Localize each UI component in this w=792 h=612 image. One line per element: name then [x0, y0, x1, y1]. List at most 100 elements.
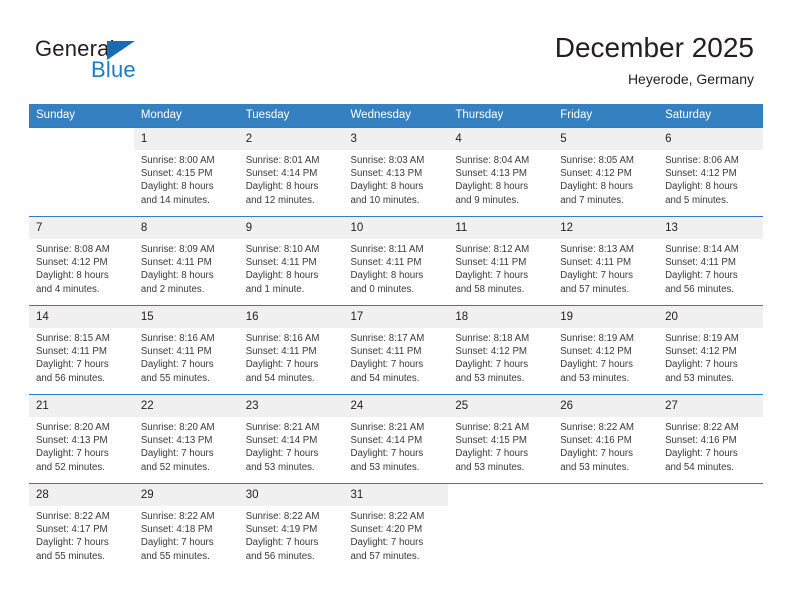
calendar-day-cell[interactable]: 15 Sunrise: 8:16 AM Sunset: 4:11 PM Dayligh… — [133, 305, 239, 395]
daylight-text-line1: Daylight: 8 hours — [455, 181, 529, 193]
calendar-day-cell[interactable]: 16 Sunrise: 8:16 AM Sunset: 4:11 PM Dayligh… — [238, 305, 344, 395]
sunrise-text: Sunrise: 8:22 AM — [245, 511, 320, 522]
daylight-text-line1: Daylight: 7 hours — [665, 270, 738, 282]
calendar-day-cell[interactable]: 3 Sunrise: 8:03 AM Sunset: 4:13 PM Daylight… — [343, 127, 449, 217]
sunset-text: Sunset: 4:11 PM — [665, 257, 736, 269]
daylight-text-line1: Daylight: 7 hours — [245, 537, 319, 549]
sunset-text: Sunset: 4:13 PM — [455, 168, 527, 180]
calendar-day-cell[interactable]: 4 Sunrise: 8:04 AM Sunset: 4:13 PM Daylight… — [448, 127, 554, 217]
calendar-day-cell[interactable]: 30 Sunrise: 8:22 AM Sunset: 4:19 PM Dayligh… — [238, 483, 344, 572]
daylight-text-line2: and 55 minutes. — [140, 372, 210, 384]
sunset-text: Sunset: 4:15 PM — [455, 435, 527, 447]
day-number: 22 — [133, 395, 239, 417]
day-number: 5 — [553, 128, 659, 150]
calendar-day-cell[interactable]: 21 Sunrise: 8:20 AM Sunset: 4:13 PM Dayligh… — [29, 394, 134, 484]
sunrise-text: Sunrise: 8:10 AM — [245, 244, 320, 255]
sunset-text: Sunset: 4:12 PM — [665, 168, 737, 180]
daylight-text-line1: Daylight: 8 hours — [350, 181, 424, 193]
day-number: 29 — [133, 484, 239, 506]
day-number: 7 — [29, 217, 134, 239]
sunset-text: Sunset: 4:20 PM — [350, 524, 423, 536]
daylight-text-line2: and 53 minutes. — [560, 461, 630, 473]
day-number: 8 — [133, 217, 239, 239]
day-number — [448, 484, 554, 506]
daylight-text-line1: Daylight: 7 hours — [36, 359, 109, 371]
sunrise-text: Sunrise: 8:22 AM — [140, 511, 215, 522]
calendar-day-cell[interactable]: 31 Sunrise: 8:22 AM Sunset: 4:20 PM Dayligh… — [343, 483, 449, 572]
calendar-day-cell[interactable]: 6 Sunrise: 8:06 AM Sunset: 4:12 PM Daylight… — [658, 127, 763, 217]
daylight-text-line2: and 58 minutes. — [455, 283, 525, 295]
day-sun-info: Sunrise: 8:18 AM Sunset: 4:12 PM Daylight:… — [448, 328, 553, 385]
calendar-day-cell[interactable]: 23 Sunrise: 8:21 AM Sunset: 4:14 PM Dayligh… — [238, 394, 344, 484]
calendar-day-cell-empty — [553, 483, 659, 572]
day-sun-info: Sunrise: 8:12 AM Sunset: 4:11 PM Daylight:… — [448, 239, 553, 296]
daylight-text-line1: Daylight: 7 hours — [665, 448, 738, 460]
general-blue-logo[interactable]: General Blue — [35, 36, 235, 88]
sunset-text: Sunset: 4:13 PM — [140, 435, 213, 447]
calendar-day-cell[interactable]: 25 Sunrise: 8:21 AM Sunset: 4:15 PM Dayligh… — [448, 394, 554, 484]
day-number: 16 — [238, 306, 344, 328]
calendar-day-cell[interactable]: 5 Sunrise: 8:05 AM Sunset: 4:12 PM Daylight… — [553, 127, 659, 217]
calendar-day-cell-empty — [448, 483, 554, 572]
daylight-text-line1: Daylight: 7 hours — [455, 359, 529, 371]
daylight-text-line1: Daylight: 8 hours — [560, 181, 633, 193]
daylight-text-line1: Daylight: 8 hours — [665, 181, 738, 193]
sunset-text: Sunset: 4:17 PM — [36, 524, 108, 536]
calendar-day-cell[interactable]: 2 Sunrise: 8:01 AM Sunset: 4:14 PM Daylight… — [238, 127, 344, 217]
calendar-week-row: 7 Sunrise: 8:08 AM Sunset: 4:12 PM Daylight… — [29, 216, 763, 306]
calendar-day-cell[interactable]: 13 Sunrise: 8:14 AM Sunset: 4:11 PM Dayligh… — [658, 216, 763, 306]
sunset-text: Sunset: 4:16 PM — [665, 435, 737, 447]
daylight-text-line2: and 53 minutes. — [245, 461, 315, 473]
calendar-day-cell[interactable]: 7 Sunrise: 8:08 AM Sunset: 4:12 PM Daylight… — [29, 216, 134, 306]
daylight-text-line1: Daylight: 7 hours — [140, 359, 214, 371]
sunset-text: Sunset: 4:12 PM — [560, 168, 632, 180]
calendar-day-cell[interactable]: 22 Sunrise: 8:20 AM Sunset: 4:13 PM Dayligh… — [133, 394, 239, 484]
calendar-day-cell[interactable]: 8 Sunrise: 8:09 AM Sunset: 4:11 PM Daylight… — [133, 216, 239, 306]
calendar-day-cell[interactable]: 1 Sunrise: 8:00 AM Sunset: 4:15 PM Daylight… — [133, 127, 239, 217]
daylight-text-line2: and 2 minutes. — [140, 283, 205, 295]
daylight-text-line2: and 55 minutes. — [36, 550, 105, 562]
sunset-text: Sunset: 4:11 PM — [350, 346, 422, 358]
calendar-day-cell[interactable]: 9 Sunrise: 8:10 AM Sunset: 4:11 PM Daylight… — [238, 216, 344, 306]
sunrise-text: Sunrise: 8:18 AM — [455, 333, 530, 344]
calendar-day-cell[interactable]: 20 Sunrise: 8:19 AM Sunset: 4:12 PM Dayligh… — [658, 305, 763, 395]
day-number: 1 — [133, 128, 239, 150]
daylight-text-line2: and 9 minutes. — [455, 194, 519, 206]
calendar-day-cell[interactable]: 11 Sunrise: 8:12 AM Sunset: 4:11 PM Dayligh… — [448, 216, 554, 306]
calendar-day-cell[interactable]: 14 Sunrise: 8:15 AM Sunset: 4:11 PM Dayligh… — [29, 305, 134, 395]
sunset-text: Sunset: 4:13 PM — [350, 168, 423, 180]
calendar-day-cell[interactable]: 17 Sunrise: 8:17 AM Sunset: 4:11 PM Dayligh… — [343, 305, 449, 395]
daylight-text-line2: and 1 minute. — [245, 283, 305, 295]
day-sun-info: Sunrise: 8:00 AM Sunset: 4:15 PM Daylight:… — [134, 150, 239, 207]
calendar-day-cell[interactable]: 27 Sunrise: 8:22 AM Sunset: 4:16 PM Dayligh… — [658, 394, 763, 484]
calendar-day-cell[interactable]: 12 Sunrise: 8:13 AM Sunset: 4:11 PM Dayligh… — [553, 216, 659, 306]
day-sun-info: Sunrise: 8:16 AM Sunset: 4:11 PM Daylight:… — [134, 328, 239, 385]
sunset-text: Sunset: 4:11 PM — [350, 257, 422, 269]
daylight-text-line1: Daylight: 7 hours — [350, 359, 424, 371]
calendar-day-cell[interactable]: 28 Sunrise: 8:22 AM Sunset: 4:17 PM Dayligh… — [29, 483, 134, 572]
calendar-day-cell[interactable]: 19 Sunrise: 8:19 AM Sunset: 4:12 PM Dayligh… — [553, 305, 659, 395]
day-number: 21 — [29, 395, 134, 417]
day-number: 25 — [448, 395, 554, 417]
calendar-day-cell[interactable]: 29 Sunrise: 8:22 AM Sunset: 4:18 PM Dayligh… — [133, 483, 239, 572]
sunset-text: Sunset: 4:11 PM — [140, 257, 212, 269]
day-number: 23 — [238, 395, 344, 417]
calendar-day-cell[interactable]: 26 Sunrise: 8:22 AM Sunset: 4:16 PM Dayligh… — [553, 394, 659, 484]
daylight-text-line2: and 53 minutes. — [560, 372, 630, 384]
page-subtitle-location: Heyerode, Germany — [627, 71, 754, 87]
calendar-day-cell[interactable]: 10 Sunrise: 8:11 AM Sunset: 4:11 PM Dayligh… — [343, 216, 449, 306]
calendar-day-cell[interactable]: 24 Sunrise: 8:21 AM Sunset: 4:14 PM Dayligh… — [343, 394, 449, 484]
sunset-text: Sunset: 4:18 PM — [140, 524, 213, 536]
calendar-page: General Blue December 2025 Heyerode, Ger… — [0, 0, 792, 612]
sunset-text: Sunset: 4:11 PM — [36, 346, 107, 358]
daylight-text-line2: and 0 minutes. — [350, 283, 415, 295]
calendar-day-cell[interactable]: 18 Sunrise: 8:18 AM Sunset: 4:12 PM Dayligh… — [448, 305, 554, 395]
day-number: 28 — [29, 484, 134, 506]
sunset-text: Sunset: 4:12 PM — [455, 346, 527, 358]
day-sun-info: Sunrise: 8:22 AM Sunset: 4:19 PM Daylight:… — [239, 506, 344, 563]
sunset-text: Sunset: 4:12 PM — [560, 346, 632, 358]
weekday-header-tuesday: Tuesday — [238, 104, 344, 128]
sunset-text: Sunset: 4:14 PM — [245, 168, 318, 180]
daylight-text-line1: Daylight: 8 hours — [245, 270, 319, 282]
weekday-header-friday: Friday — [553, 104, 659, 128]
